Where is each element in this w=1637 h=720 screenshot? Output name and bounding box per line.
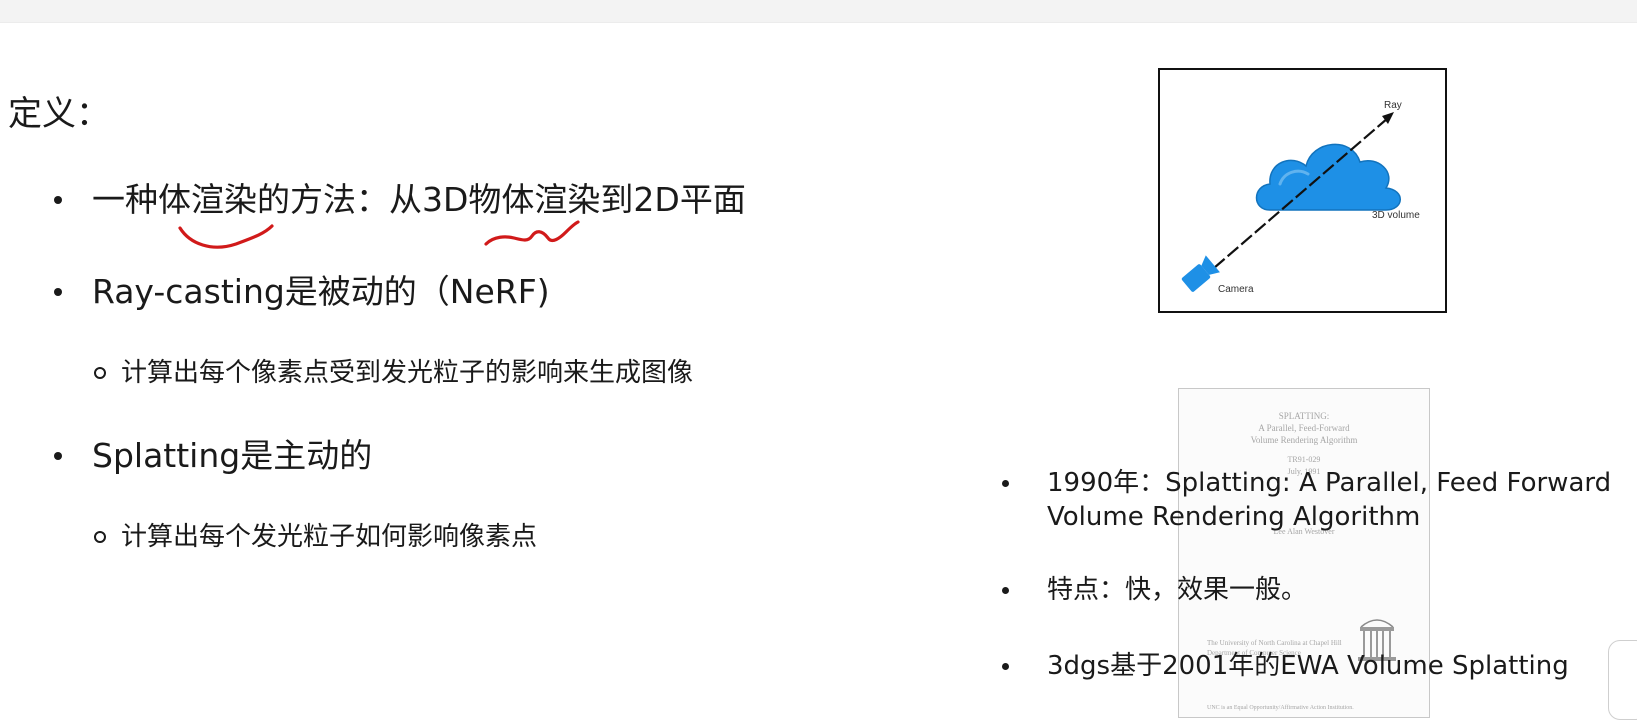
bullet-dot: [54, 452, 62, 460]
paper-title-line-2: A Parallel, Feed-Forward: [1258, 423, 1350, 433]
right-bullet-1-line-2: Volume Rendering Algorithm: [1047, 502, 1421, 532]
floating-control-handle[interactable]: [1608, 640, 1637, 720]
right-bullet-2-text: 特点：快，效果一般。: [1047, 575, 1308, 605]
bullet-dot: [54, 288, 62, 296]
bullet-dot: [1002, 663, 1009, 670]
sub-bullet-circle: [94, 367, 106, 379]
camera-icon: [1181, 255, 1220, 292]
paper-title-line-3: Volume Rendering Algorithm: [1250, 435, 1358, 445]
left-bullet-3-text: Splatting是主动的: [92, 436, 373, 475]
ink-underline-1: [178, 224, 274, 249]
left-bullet-1-text: 一种体渲染的方法：从3D物体渲染到2D平面: [92, 180, 746, 219]
ray-label: Ray: [1384, 100, 1402, 111]
paper-institution-1: The University of North Carolina at Chap…: [1207, 639, 1342, 647]
ink-underline-2: [484, 220, 580, 246]
camera-label: Camera: [1218, 284, 1254, 295]
definition-heading: 定义：: [8, 94, 110, 134]
left-bullet-2-text: Ray-casting是被动的（NeRF): [92, 272, 550, 311]
bullet-dot: [1002, 480, 1009, 487]
right-bullet-3-text: 3dgs基于2001年的EWA Volume Splatting: [1047, 651, 1569, 681]
paper-title-line-1: SPLATTING:: [1278, 411, 1330, 421]
bullet-dot: [1002, 587, 1009, 594]
volume-label: 3D volume: [1372, 210, 1420, 221]
right-bullet-1-line-1: 1990年：Splatting: A Parallel, Feed Forwar…: [1047, 468, 1612, 498]
paper-footer: UNC is an Equal Opportunity/Affirmative …: [1207, 705, 1354, 711]
bullet-dot: [54, 196, 62, 204]
cloud-shape: [1255, 143, 1401, 211]
sub-bullet-circle: [94, 531, 106, 543]
left-subbullet-3-1-text: 计算出每个发光粒子如何影响像素点: [121, 522, 538, 552]
paper-meta-line-1: TR91-029: [1287, 455, 1321, 464]
ray-casting-diagram: Ray 3D volume Camera: [1158, 68, 1447, 313]
window-top-bar: [0, 0, 1637, 23]
left-subbullet-2-1-text: 计算出每个像素点受到发光粒子的影响来生成图像: [121, 358, 694, 388]
